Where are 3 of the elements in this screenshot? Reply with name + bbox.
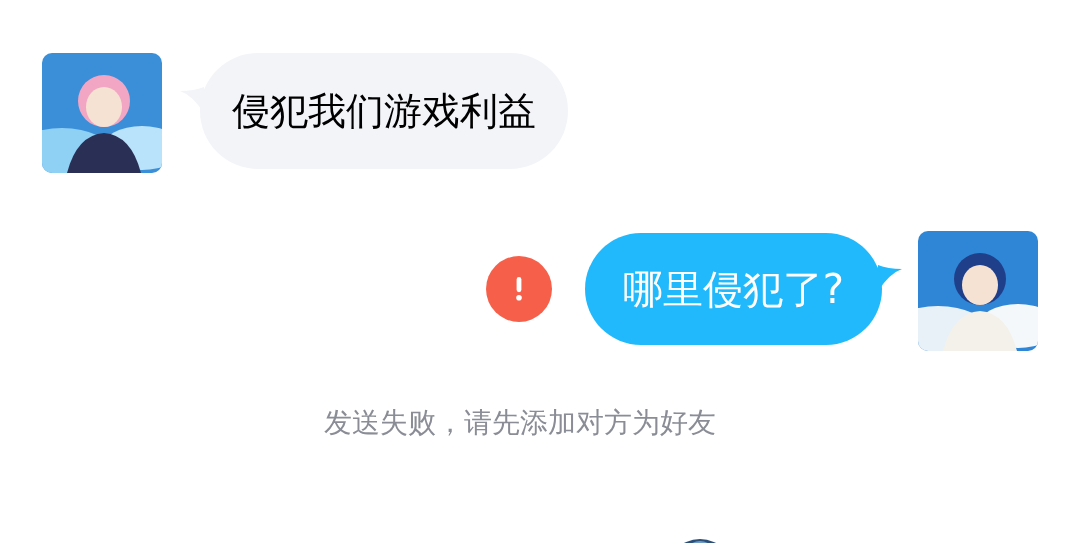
send-failed-notice: 发送失败，请先添加对方为好友 — [324, 405, 717, 441]
message-bubble: 哪里侵犯了? — [584, 233, 882, 345]
message-bubble: 侵犯我们游戏利益 — [200, 53, 568, 169]
